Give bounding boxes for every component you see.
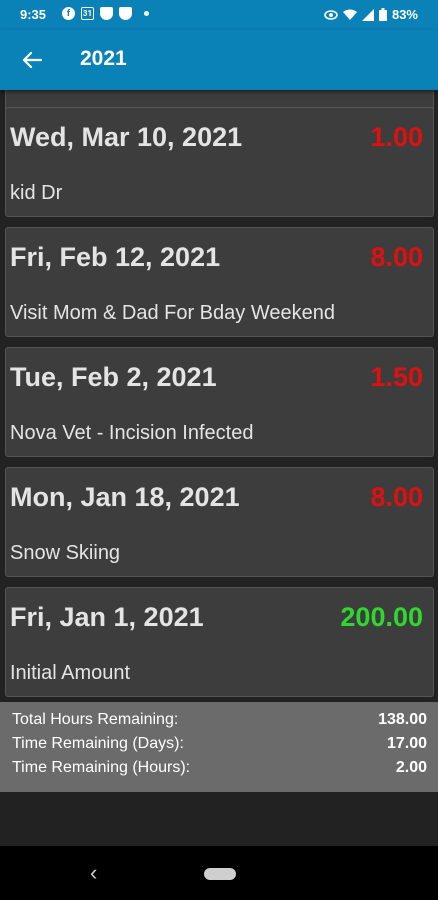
entry-amount: 8.00: [370, 482, 423, 512]
entry-note: Initial Amount: [10, 662, 131, 684]
entry-date: Wed, Mar 10, 2021: [10, 122, 243, 152]
summary-row-days: Time Remaining (Days): 17.00: [12, 735, 427, 759]
list-item[interactable]: Tue, Feb 2, 2021 1.50 Nova Vet - Incisio…: [5, 347, 434, 457]
entries-list[interactable]: Wed, Mar 10, 2021 1.00 kid Dr Fri, Feb 1…: [0, 90, 438, 700]
system-icons: 83%: [324, 7, 418, 22]
notification-icons: f 31: [62, 7, 149, 20]
dot-icon: [144, 11, 149, 16]
list-item[interactable]: Fri, Feb 12, 2021 8.00 Visit Mom & Dad F…: [5, 227, 434, 337]
entry-note: kid Dr: [10, 182, 63, 204]
nav-home-pill[interactable]: [204, 868, 236, 880]
summary-label: Total Hours Remaining:: [12, 711, 179, 728]
facebook-icon: f: [62, 7, 75, 20]
app-bar: 2021: [0, 30, 438, 90]
entry-amount: 1.50: [370, 362, 423, 392]
entry-amount: 8.00: [370, 242, 423, 272]
system-nav-bar: ‹: [0, 846, 438, 900]
summary-row-hours: Time Remaining (Hours): 2.00: [12, 759, 427, 783]
summary-value: 17.00: [386, 735, 427, 752]
summary-label: Time Remaining (Days):: [12, 735, 184, 752]
entry-amount: 1.00: [370, 122, 423, 152]
entry-date: Fri, Feb 12, 2021: [10, 242, 221, 272]
shield-icon: [119, 7, 132, 20]
entry-note: Snow Skiing: [10, 542, 121, 564]
list-item[interactable]: Mon, Jan 18, 2021 8.00 Snow Skiing: [5, 467, 434, 577]
entry-note: Visit Mom & Dad For Bday Weekend: [10, 302, 335, 324]
entry-amount: 200.00: [340, 602, 423, 632]
list-item[interactable]: Fri, Jan 1, 2021 200.00 Initial Amount: [5, 587, 434, 697]
summary-panel: Total Hours Remaining: 138.00 Time Remai…: [0, 702, 438, 792]
battery-icon: [378, 8, 387, 21]
arrow-left-icon: [22, 51, 42, 69]
entry-date: Mon, Jan 18, 2021: [10, 482, 240, 512]
eye-icon: [324, 9, 338, 20]
wifi-icon: [342, 9, 357, 20]
entry-date: Tue, Feb 2, 2021: [10, 362, 217, 392]
status-time: 9:35: [20, 7, 47, 22]
shield-icon: [100, 7, 113, 20]
calendar-icon: 31: [81, 7, 94, 20]
nav-back-button[interactable]: ‹: [90, 860, 97, 886]
battery-percent: 83%: [391, 7, 418, 22]
summary-value: 138.00: [378, 711, 427, 728]
entry-date: Fri, Jan 1, 2021: [10, 602, 204, 632]
entry-note: Nova Vet - Incision Infected: [10, 422, 254, 444]
screen: 9:35 f 31 83% 2021 Wed, Mar 10, 2021 1.0…: [0, 0, 438, 900]
summary-value: 2.00: [395, 759, 427, 776]
list-item[interactable]: Wed, Mar 10, 2021 1.00 kid Dr: [5, 107, 434, 217]
signal-icon: [361, 8, 374, 21]
page-title: 2021: [80, 47, 127, 70]
summary-row-total-hours: Total Hours Remaining: 138.00: [12, 711, 427, 735]
summary-label: Time Remaining (Hours):: [12, 759, 191, 776]
back-button[interactable]: [14, 46, 50, 74]
status-bar: 9:35 f 31 83%: [0, 0, 438, 30]
